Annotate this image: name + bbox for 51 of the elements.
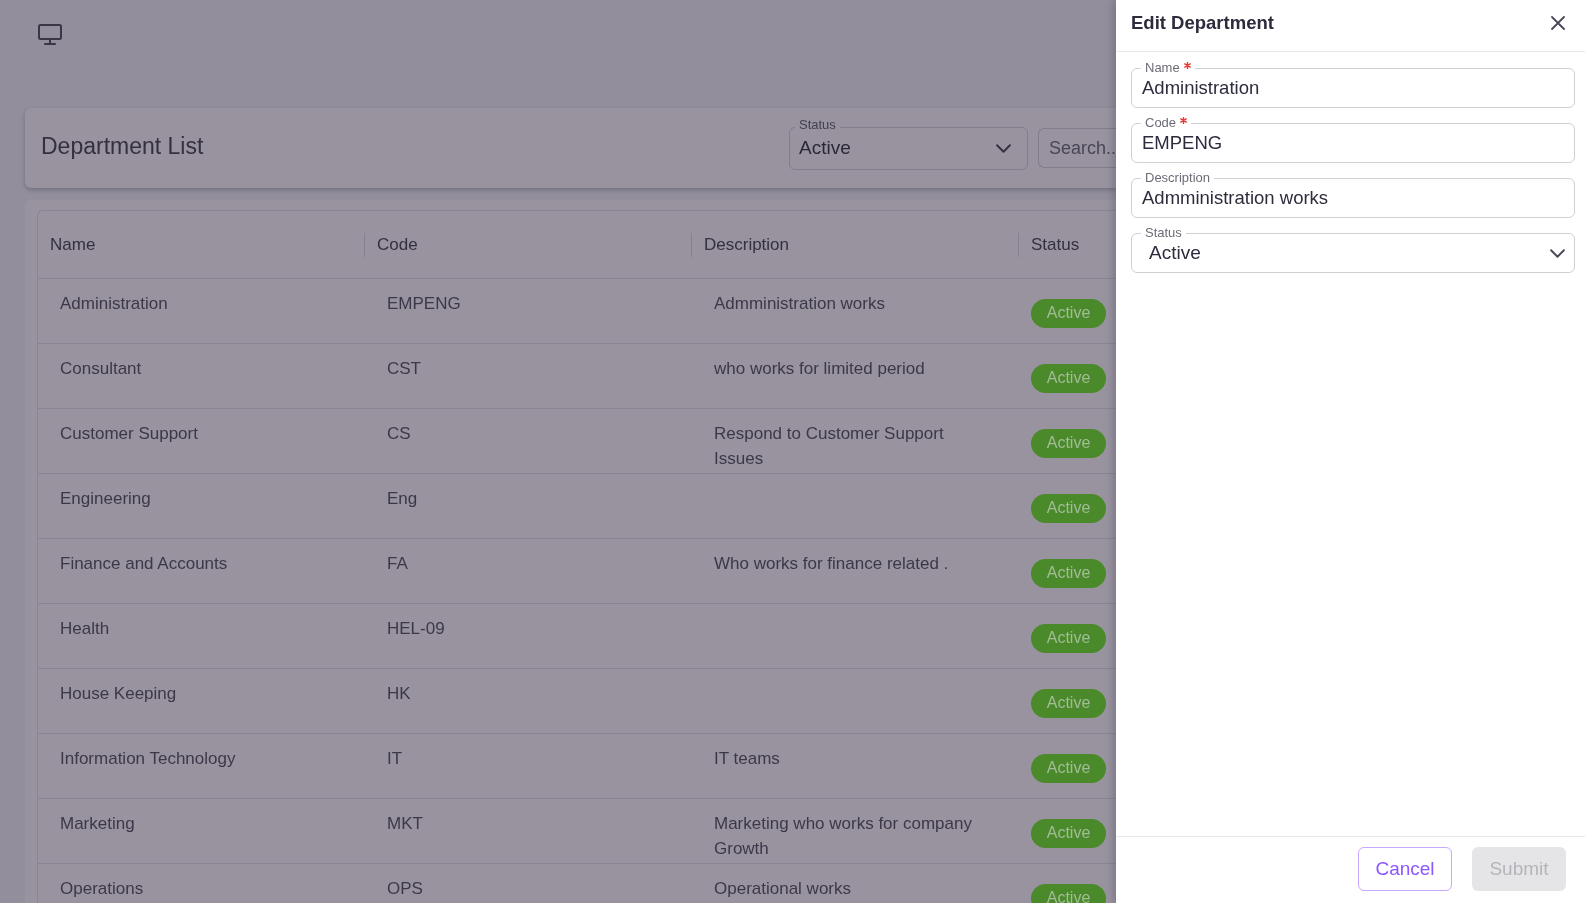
table-cell-text: IT [387,748,403,770]
table-cell-text: Respond to Customer Support Issues [714,423,945,470]
status-badge: Active [1031,363,1106,393]
table-cell-text: HEL-09 [387,618,445,640]
table-cell-text: CS [387,423,411,445]
status-badge: Active [1031,753,1106,783]
column-header[interactable]: Code [365,234,418,255]
column-header[interactable]: Name [38,234,96,255]
table-cell-text: Eng [387,488,418,510]
status-badge: Active [1031,298,1106,328]
table-cell-text: HK [387,683,411,705]
table-cell-text: MKT [387,813,423,835]
table-cell-text: IT teams [714,748,780,770]
status-badge: Active [1031,623,1106,653]
column-header[interactable]: Description [692,234,790,255]
chevron-down-icon [996,143,1011,153]
table-cell-text: EMPENG [387,293,461,315]
table-cell-text: Marketing [60,813,135,835]
search-field[interactable]: Search.. [1038,128,1116,168]
status-badge: Active [1031,688,1106,718]
table-cell-text: Consultant [60,358,142,380]
table-cell-text: Engineering [60,488,151,510]
table-cell-text: Who works for finance related . [714,553,949,575]
table-cell-text: Marketing who works for company Growth [714,813,973,860]
chevron-down-icon [1550,248,1565,258]
table-cell-text: FA [387,553,408,575]
table-cell-text: Administration [60,293,168,315]
table-cell-text: Finance and Accounts [60,553,228,575]
status-badge: Active [1031,493,1106,523]
drawer-title: Edit Department [1131,11,1274,34]
cancel-button[interactable]: Cancel [1358,847,1452,891]
table-cell-text: Information Technology [60,748,236,770]
close-icon [1551,15,1565,30]
table-cell-text: Customer Support [60,423,198,445]
table-cell-text: Operations [60,878,144,900]
table-cell-text: OPS [387,878,423,900]
table-cell-text: Health [60,618,110,640]
page-title: Department List [41,132,204,160]
table-cell-text: Admministration works [714,293,885,315]
close-button[interactable] [1551,15,1565,30]
filter-label: Status [795,117,840,132]
table-cell-text: House Keeping [60,683,177,705]
table-cell-text: Operational works [714,878,851,900]
status-badge: Active [1031,818,1106,848]
column-header[interactable]: Status [1019,234,1080,255]
status-badge: Active [1031,883,1106,903]
monitor-icon[interactable] [38,24,62,45]
table-cell-text: CST [387,358,421,380]
status-badge: Active [1031,428,1106,458]
status-badge: Active [1031,558,1106,588]
table-cell-text: who works for limited period [714,358,925,380]
